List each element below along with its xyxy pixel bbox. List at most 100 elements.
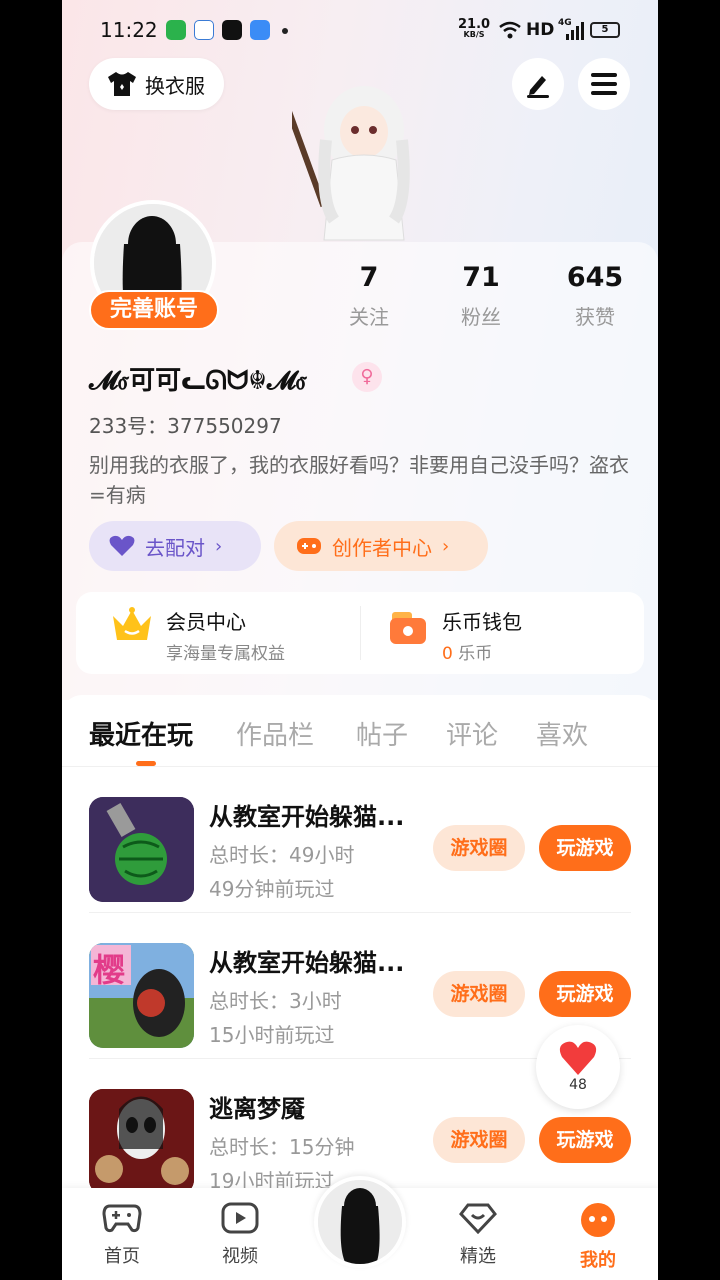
- battery-indicator: 5: [590, 22, 620, 38]
- stat-fans-value: 71: [462, 262, 500, 293]
- phone-screen: 11:22 21.0 KB/S HD 4G 5 换衣服 完善账号 7 关注 71…: [62, 0, 658, 1280]
- game-title: 逃离梦魇: [209, 1095, 305, 1123]
- edit-profile-button[interactable]: [512, 58, 564, 110]
- tab-works[interactable]: 作品栏: [236, 715, 314, 752]
- divider: [360, 606, 361, 660]
- chevron-right-icon: ›: [442, 535, 450, 557]
- avatar-character-illustration: [292, 86, 410, 241]
- like-floating-button[interactable]: 48: [536, 1025, 620, 1109]
- game-row[interactable]: 从教室开始躲猫... 总时长：49小时 49分钟前玩过 游戏圈 玩游戏: [89, 767, 631, 913]
- nav-mine[interactable]: 我的: [558, 1202, 638, 1272]
- stat-likes-value: 645: [566, 262, 624, 293]
- vip-center-subtitle: 享海量专属权益: [166, 644, 285, 664]
- play-game-button[interactable]: 玩游戏: [539, 971, 631, 1017]
- nav-featured[interactable]: 精选: [438, 1202, 518, 1268]
- like-count: 48: [569, 1077, 587, 1093]
- network-speed: 21.0 KB/S: [458, 17, 491, 40]
- bio-text: 别用我的衣服了，我的衣服好看吗？非要用自己没手吗？盗衣=有病: [89, 453, 629, 507]
- game-duration: 总时长：15分钟: [209, 1135, 355, 1159]
- more-notifications-dot: [282, 28, 288, 34]
- wallet-amount: 0: [442, 644, 453, 664]
- wifi-icon: [499, 21, 521, 39]
- tab-likes[interactable]: 喜欢: [536, 715, 588, 752]
- game-duration: 总时长：3小时: [209, 989, 342, 1013]
- nav-home[interactable]: 首页: [82, 1202, 162, 1268]
- creator-center-label: 创作者中心: [332, 535, 432, 560]
- game-title: 从教室开始躲猫...: [209, 949, 405, 977]
- face-icon: [581, 1203, 615, 1237]
- crown-icon: [113, 607, 151, 640]
- wallet-unit: 乐币: [458, 644, 493, 664]
- wallet-entry[interactable]: 乐币钱包 0 乐币: [388, 606, 522, 664]
- game-last-played: 49分钟前玩过: [209, 877, 335, 901]
- status-bar: 11:22 21.0 KB/S HD 4G 5: [62, 0, 658, 60]
- tiktok-notification-icon: [222, 20, 242, 40]
- nav-video[interactable]: 视频: [200, 1202, 280, 1268]
- game-duration: 总时长：49小时: [209, 843, 355, 867]
- tab-bar: 最近在玩 作品栏 帖子 评论 喜欢: [62, 695, 658, 767]
- baidu-notification-icon: [194, 20, 214, 40]
- creator-center-button[interactable]: 创作者中心 ›: [274, 521, 488, 571]
- chat-notification-icon: [250, 20, 270, 40]
- vip-center-entry[interactable]: 会员中心 享海量专属权益: [110, 606, 285, 664]
- hamburger-menu-icon: [591, 73, 617, 95]
- signal-icon: [566, 22, 584, 40]
- vip-center-title: 会员中心: [166, 610, 246, 634]
- active-tab-indicator: [136, 761, 156, 766]
- stat-likes[interactable]: 645 获赞: [540, 262, 650, 330]
- video-icon: [221, 1202, 259, 1234]
- nav-mine-label: 我的: [580, 1250, 616, 1271]
- membership-card: 会员中心 享海量专属权益 乐币钱包 0 乐币: [76, 592, 644, 674]
- hd-indicator: HD: [526, 20, 555, 40]
- heart-icon: [559, 1041, 597, 1075]
- game-thumbnail-text: 樱: [93, 951, 126, 989]
- nav-featured-label: 精选: [460, 1246, 496, 1267]
- tab-comments[interactable]: 评论: [446, 715, 498, 752]
- nav-center-avatar-button[interactable]: [314, 1176, 406, 1268]
- change-outfit-label: 换衣服: [145, 73, 205, 98]
- stat-fans[interactable]: 71 粉丝: [426, 262, 536, 330]
- net-speed-value: 21.0: [458, 17, 491, 32]
- tshirt-icon: [108, 72, 136, 96]
- play-game-button[interactable]: 玩游戏: [539, 825, 631, 871]
- stat-following[interactable]: 7 关注: [314, 262, 424, 330]
- game-thumbnail[interactable]: 樱: [89, 943, 194, 1048]
- match-label: 去配对: [145, 535, 205, 560]
- chevron-right-icon: ›: [215, 535, 223, 557]
- complete-account-button[interactable]: 完善账号: [89, 290, 219, 330]
- wallet-title: 乐币钱包: [442, 610, 522, 634]
- user-id: 233号：377550297: [89, 414, 282, 438]
- game-circle-button[interactable]: 游戏圈: [433, 971, 525, 1017]
- nickname: 𝓜ⳝ可可ᓚᘏᗢ☬𝓜ⳝ: [89, 366, 307, 396]
- nav-video-label: 视频: [222, 1246, 258, 1267]
- change-outfit-button[interactable]: 换衣服: [89, 58, 224, 110]
- status-time: 11:22: [100, 18, 158, 42]
- wallet-icon: [390, 612, 426, 644]
- stat-following-value: 7: [359, 262, 379, 293]
- match-button[interactable]: 去配对 ›: [89, 521, 261, 571]
- game-thumbnail[interactable]: [89, 1089, 194, 1194]
- game-title: 从教室开始躲猫...: [209, 803, 405, 831]
- heart-icon: [109, 535, 135, 556]
- gamepad-icon: [297, 538, 321, 554]
- female-gender-icon: ♀: [352, 362, 382, 392]
- watermelon-game-icon: [89, 797, 194, 902]
- tab-posts[interactable]: 帖子: [356, 715, 408, 752]
- horror-game-icon: [89, 1089, 194, 1194]
- avatar-silhouette-icon: [318, 1180, 402, 1264]
- stat-following-label: 关注: [349, 305, 389, 329]
- game-thumbnail[interactable]: [89, 797, 194, 902]
- wechat-notification-icon: [166, 20, 186, 40]
- game-last-played: 15小时前玩过: [209, 1023, 335, 1047]
- stat-likes-label: 获赞: [575, 305, 615, 329]
- game-circle-button[interactable]: 游戏圈: [433, 825, 525, 871]
- pencil-icon: [527, 76, 549, 98]
- heart-diamond-icon: [459, 1203, 497, 1235]
- tab-recently-played[interactable]: 最近在玩: [89, 715, 193, 752]
- game-circle-button[interactable]: 游戏圈: [433, 1117, 525, 1163]
- stat-fans-label: 粉丝: [461, 305, 501, 329]
- play-game-button[interactable]: 玩游戏: [539, 1117, 631, 1163]
- nav-home-label: 首页: [104, 1246, 140, 1267]
- menu-button[interactable]: [578, 58, 630, 110]
- gamepad-icon: [102, 1204, 142, 1233]
